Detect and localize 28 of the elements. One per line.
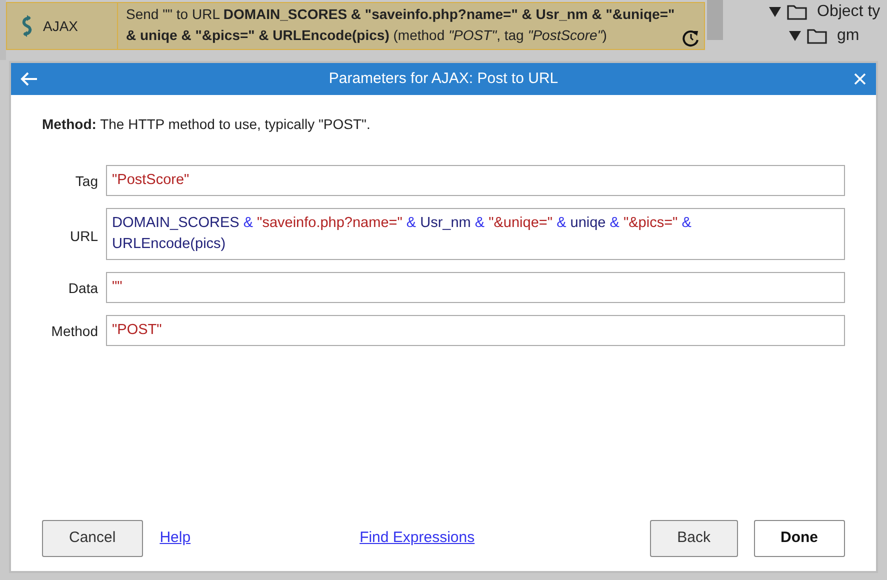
field-label: URL	[68, 227, 98, 246]
field-label: Data	[67, 279, 98, 298]
close-icon[interactable]	[854, 73, 866, 85]
dialog-title: Parameters for AJAX: Post to URL	[328, 68, 558, 89]
object-name: AJAX	[43, 16, 78, 36]
scrollbar-thumb[interactable]	[707, 0, 723, 40]
folder-icon	[787, 4, 807, 20]
expression-field[interactable]: DOMAIN_SCORES & "saveinfo.php?name=" & Usr_nm & "&uniqe=" & uniqe & "&pics=" & URLEncode(pics)	[106, 208, 845, 260]
tree-item[interactable]: gm	[837, 24, 860, 48]
expression-field[interactable]: "POST"	[106, 315, 845, 346]
expression-field[interactable]: "PostScore"	[106, 165, 845, 196]
tree-item[interactable]: Object ty	[817, 0, 880, 24]
expanded-triangle-icon[interactable]	[769, 7, 781, 17]
link[interactable]: Find Expressions	[360, 527, 475, 550]
expanded-triangle-icon[interactable]	[789, 31, 801, 41]
field-label: Tag	[74, 172, 98, 191]
dialog-button[interactable]: Cancel	[42, 520, 143, 557]
expression-field[interactable]: ""	[106, 272, 845, 303]
field-label: Method	[50, 322, 98, 341]
link[interactable]: Help	[160, 527, 191, 550]
dialog-button[interactable]: Back	[650, 520, 738, 557]
action-text: Send "" to URL DOMAIN_SCORES & "saveinfo.php?name=" & Usr_nm & "&uniqe=" & uniqe & "&pics=" & URLEncode(pics) (method "POST", tag "PostScore")	[126, 5, 676, 45]
event-row[interactable]: AJAX Send "" to URL DOMAIN_SCORES & "saveinfo.php?name=" & Usr_nm & "&uniqe=" & uniqe & "&pics=" & URLEncode(pics) (method "POST", tag "PostScore")	[6, 2, 705, 50]
back-arrow-icon[interactable]	[20, 71, 38, 87]
parameter-description: Method: The HTTP method to use, typically "POST".	[42, 115, 372, 134]
folder-icon	[807, 28, 827, 44]
dialog-button[interactable]: Done	[754, 520, 845, 557]
refresh-icon[interactable]	[682, 29, 700, 47]
